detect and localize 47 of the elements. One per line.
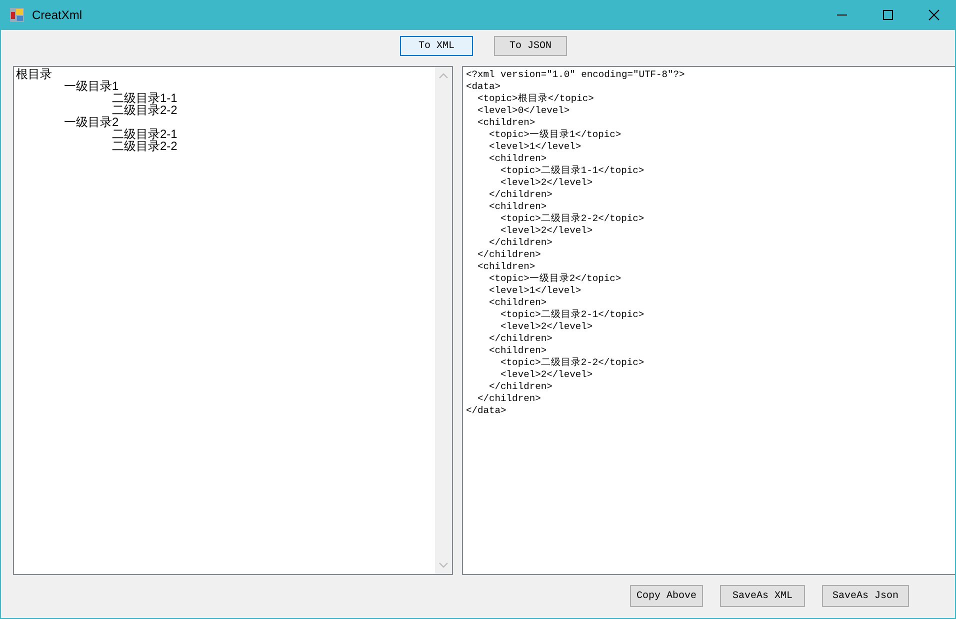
tree-item: 二级目录2-2 (112, 104, 178, 116)
action-button[interactable]: Copy Above (630, 585, 703, 607)
xml-line: <topic>一级目录1</topic> (488, 129, 622, 141)
xml-line: <level>2</level> (500, 177, 593, 189)
close-icon[interactable] (928, 9, 940, 21)
xml-line: <topic>二级目录2-2</topic> (500, 213, 644, 225)
tree-item: 根目录 (16, 68, 52, 80)
maximize-icon[interactable] (882, 9, 894, 21)
xml-line: <topic>根目录</topic> (476, 93, 594, 105)
action-button[interactable]: SaveAs XML (720, 585, 805, 607)
xml-line: </children> (488, 333, 552, 345)
xml-line: <data> (466, 81, 501, 93)
xml-line: <children> (488, 345, 547, 357)
xml-line: </data> (466, 405, 506, 417)
tree-text-box[interactable]: 根目录 一级目录1 二级目录1-1 二级目录2-2 一级目录2 二级目录2-1 二级目录2-2 (13, 66, 453, 575)
xml-line: </children> (476, 249, 541, 261)
tree-item: 二级目录2-2 (112, 140, 178, 152)
convert-button[interactable]: To JSON (494, 36, 567, 56)
xml-line: </children> (488, 189, 552, 201)
convert-button[interactable]: To XML (400, 36, 473, 56)
xml-line: <children> (488, 201, 547, 213)
xml-line: <?xml version="1.0" encoding="UTF-8"?> (466, 69, 685, 81)
xml-output-text-box[interactable] (462, 66, 955, 575)
xml-line: </children> (476, 393, 541, 405)
tree-item: 二级目录2-1 (112, 128, 178, 140)
xml-line: <level>1</level> (488, 141, 582, 153)
app-icon (10, 8, 24, 22)
xml-line: <topic>二级目录1-1</topic> (500, 165, 644, 177)
action-button[interactable]: SaveAs Json (822, 585, 909, 607)
xml-line: <topic>二级目录2-2</topic> (500, 357, 644, 369)
tree-item: 一级目录1 (64, 80, 119, 92)
xml-line: <children> (476, 117, 536, 129)
xml-line: <children> (488, 153, 547, 165)
xml-line: <topic>一级目录2</topic> (488, 273, 622, 285)
xml-line: <topic>二级目录2-1</topic> (500, 309, 644, 321)
xml-line: </children> (488, 381, 552, 393)
xml-line: <level>1</level> (488, 285, 582, 297)
xml-line: <level>2</level> (500, 369, 593, 381)
xml-line: </children> (488, 237, 552, 249)
xml-line: <children> (476, 261, 536, 273)
tree-item: 二级目录1-1 (112, 92, 178, 104)
xml-line: <level>0</level> (476, 105, 570, 117)
tree-item: 一级目录2 (64, 116, 119, 128)
xml-line: <children> (488, 297, 547, 309)
xml-line: <level>2</level> (500, 321, 593, 333)
xml-line: <level>2</level> (500, 225, 593, 237)
window-title: CreatXml (32, 8, 82, 22)
